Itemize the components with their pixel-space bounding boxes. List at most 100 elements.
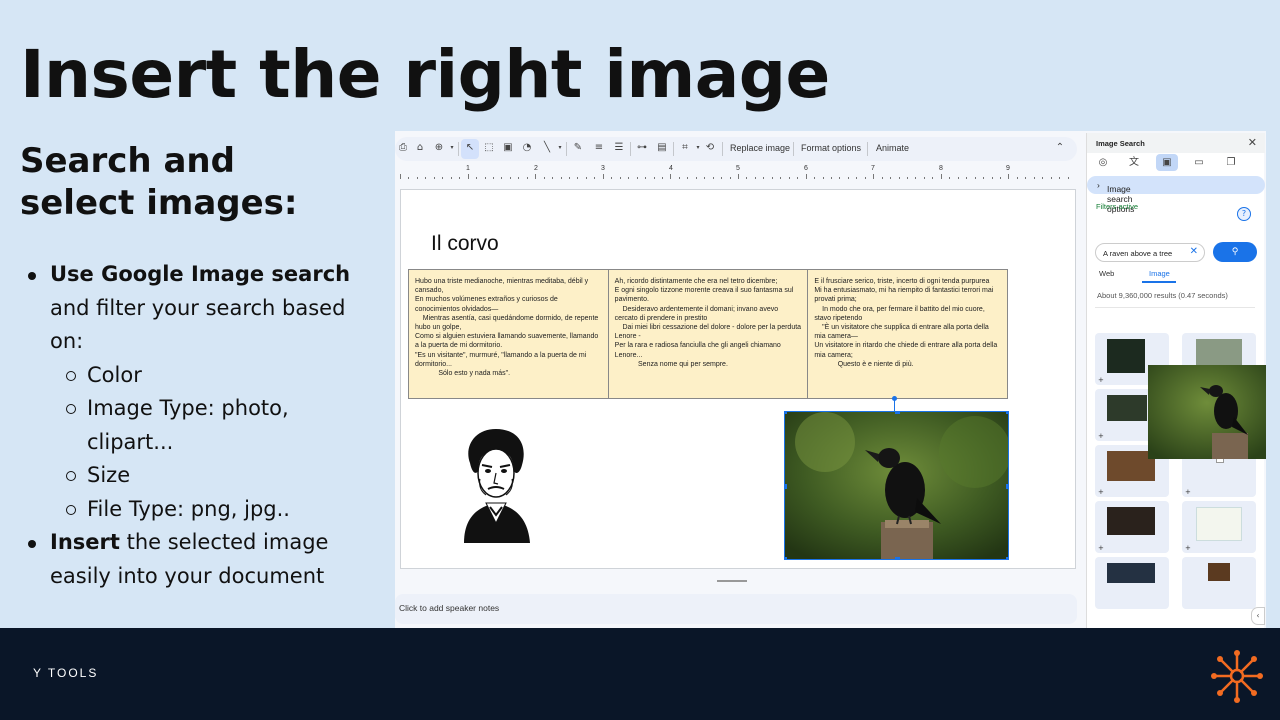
page-title: Insert the right image — [20, 36, 830, 113]
add-icon[interactable]: + — [1098, 432, 1104, 440]
ruler-number: 5 — [736, 165, 740, 172]
chevron-left-icon: ‹ — [1256, 611, 1260, 620]
filters-status: Filters active — [1096, 202, 1139, 211]
ruler-number: 1 — [466, 165, 470, 172]
shapes-icon[interactable]: ❐ — [1225, 157, 1237, 169]
collapse-panel-button[interactable]: ‹ — [1251, 607, 1265, 625]
poem-table[interactable]: Hubo una triste medianoche, mientras med… — [408, 269, 1008, 399]
crop-icon[interactable]: ⌗ — [680, 143, 690, 153]
bullet-dot — [28, 272, 36, 280]
sub-bullet-ring — [66, 370, 76, 381]
border-weight-icon[interactable]: ≡ — [594, 143, 604, 153]
chevron-down-icon[interactable]: ▾ — [555, 143, 565, 153]
reset-image-icon[interactable]: ⟲ — [705, 143, 715, 153]
poem-column-italian-2[interactable]: E il frusciare serico, triste, incerto d… — [808, 270, 1007, 398]
rotate-stem — [894, 400, 895, 411]
result-thumbnail[interactable] — [1095, 557, 1169, 609]
resize-handle[interactable] — [1006, 557, 1008, 559]
link-icon[interactable]: ⊶ — [637, 143, 647, 153]
dragged-crow-image[interactable] — [1148, 365, 1266, 459]
thumb-image — [1107, 339, 1145, 373]
shapes-icon[interactable]: ◔ — [522, 143, 532, 153]
image-search-icon[interactable]: ▣ — [1161, 157, 1173, 169]
thumb-image — [1107, 395, 1147, 421]
add-icon[interactable]: + — [1098, 488, 1104, 496]
image-icon[interactable]: ▣ — [503, 143, 513, 153]
image-search-options-toggle[interactable]: › Image search options — [1087, 176, 1265, 214]
divider — [1095, 307, 1255, 308]
poem-line: Ah, ricordo distintamente che era nel te… — [614, 278, 778, 285]
selected-crow-image[interactable] — [784, 411, 1009, 560]
bullet-bold: Insert — [50, 530, 120, 554]
bullet-text: and filter your search based on: — [50, 295, 346, 354]
add-icon[interactable]: + — [1098, 376, 1104, 384]
resize-handle[interactable] — [785, 484, 787, 489]
paint-format-icon[interactable]: ⌂ — [415, 143, 425, 153]
cursor-icon[interactable]: ↖ — [465, 143, 475, 153]
resize-handle[interactable] — [1006, 484, 1008, 489]
tab-web[interactable]: Web — [1099, 269, 1114, 278]
sub-bullet-ring — [66, 471, 76, 481]
resize-handle[interactable] — [895, 557, 900, 559]
ruler-number: 4 — [669, 165, 673, 172]
resize-handle[interactable] — [785, 557, 787, 559]
monitor-icon[interactable]: ▭ — [1193, 157, 1205, 169]
clear-icon[interactable]: ✕ — [1190, 246, 1198, 257]
explore-icon[interactable]: ◎ — [1097, 157, 1109, 169]
crow-photo-drag — [1148, 365, 1266, 459]
result-thumbnail[interactable]: + — [1182, 501, 1256, 553]
poem-line: Como si alguien estuviera llamando suave… — [415, 333, 601, 350]
speaker-notes-placeholder: Click to add speaker notes — [399, 603, 500, 613]
add-icon[interactable]: + — [1185, 544, 1191, 552]
poe-portrait-image[interactable] — [456, 423, 538, 543]
add-icon[interactable]: + — [1185, 488, 1191, 496]
bullet-item: Insert the selected image easily into yo… — [24, 526, 374, 593]
tab-image[interactable]: Image — [1149, 269, 1170, 278]
footer-brand: Y TOOLS — [33, 666, 99, 680]
speaker-notes[interactable]: Click to add speaker notes — [395, 594, 1077, 624]
add-icon[interactable]: + — [1098, 544, 1104, 552]
print-icon[interactable]: ⎙ — [398, 143, 408, 153]
poem-line: Senza nome qui per sempre. — [614, 360, 728, 368]
zoom-icon[interactable]: ⊕ — [434, 143, 444, 153]
pen-icon[interactable]: ✎ — [573, 143, 583, 153]
animate-button[interactable]: Animate — [876, 143, 909, 153]
search-input[interactable]: A raven above a tree ✕ — [1095, 243, 1205, 262]
notes-resize-bar[interactable] — [717, 580, 747, 582]
border-dash-icon[interactable]: ☰ — [614, 143, 624, 153]
resize-handle[interactable] — [1006, 412, 1008, 414]
poem-line: In modo che ora, per fermare il battito … — [814, 305, 987, 322]
poem-line: Sólo esto y nada más". — [415, 370, 511, 378]
thumb-image — [1196, 507, 1242, 541]
chevron-down-icon[interactable]: ▾ — [447, 143, 457, 153]
line-icon[interactable]: ╲ — [542, 143, 552, 153]
toolbar-divider — [793, 142, 794, 156]
replace-image-button[interactable]: Replace image — [730, 143, 790, 153]
select-box-icon[interactable]: ⬚ — [484, 143, 494, 153]
close-icon[interactable]: ✕ — [1248, 136, 1257, 149]
resize-handle[interactable] — [785, 412, 787, 414]
poem-column-spanish[interactable]: Hubo una triste medianoche, mientras med… — [409, 270, 609, 398]
poem-line: Dai miei libri cessazione del dolore - d… — [614, 324, 803, 341]
rotate-handle[interactable] — [892, 396, 897, 401]
poem-column-italian-1[interactable]: Ah, ricordo distintamente che era nel te… — [609, 270, 809, 398]
format-options-button[interactable]: Format options — [801, 143, 861, 153]
help-icon[interactable]: ? — [1237, 207, 1251, 221]
resize-handle[interactable] — [895, 412, 900, 414]
poem-line: Un visitatore in ritardo che chiede di e… — [814, 342, 1000, 359]
poem-line: Hubo una triste medianoche, mientras med… — [415, 278, 591, 295]
collapse-toolbar-icon[interactable]: ⌃ — [1055, 143, 1065, 153]
sub-bullet-item: Image Type: photo, clipart... — [24, 392, 374, 459]
result-thumbnail[interactable]: + — [1095, 501, 1169, 553]
comment-icon[interactable]: ▤ — [657, 143, 667, 153]
result-thumbnail[interactable] — [1182, 557, 1256, 609]
thumb-image — [1208, 563, 1230, 581]
slide-canvas[interactable]: Il corvo Hubo una triste medianoche, mie… — [400, 189, 1076, 569]
slide-title[interactable]: Il corvo — [431, 232, 499, 256]
ruler: 1 2 3 4 5 6 7 8 9 — [400, 165, 1075, 179]
search-button[interactable]: ⚲ — [1213, 242, 1257, 262]
chevron-down-icon[interactable]: ▾ — [693, 143, 703, 153]
translate-icon[interactable]: 文 — [1128, 157, 1140, 169]
panel-title: Image Search — [1096, 139, 1145, 148]
sub-bullet-text: File Type: png, jpg.. — [87, 496, 290, 521]
